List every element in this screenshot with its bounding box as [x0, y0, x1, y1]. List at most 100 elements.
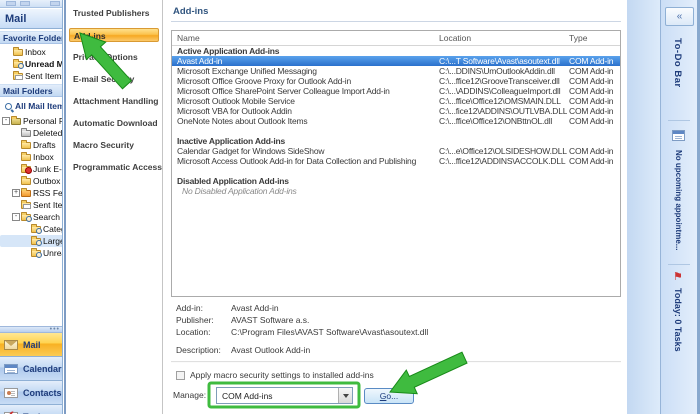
- addin-type: COM Add-in: [569, 116, 614, 126]
- all-mail-items[interactable]: All Mail Items: [0, 99, 62, 113]
- addin-type: COM Add-in: [569, 86, 614, 96]
- tree-item[interactable]: Drafts: [0, 139, 62, 151]
- tree-item[interactable]: Unread Mail: [0, 247, 62, 259]
- pane-splitter[interactable]: •••: [0, 326, 62, 333]
- toolbar-icon: [20, 1, 30, 6]
- detail-row: Location: C:\Program Files\AVAST Software…: [164, 326, 627, 338]
- outlook-navigation-pane: Mail Favorite Folders Inbox Unread Mail Se…: [0, 0, 63, 414]
- favorite-folders-header[interactable]: Favorite Folders: [0, 31, 62, 44]
- tree-item[interactable]: - Personal Folders: [0, 115, 62, 127]
- module-button-contacts[interactable]: Contacts: [0, 381, 62, 405]
- table-row[interactable]: Microsoft Exchange Unified Messaging C:\.…: [172, 66, 620, 76]
- folder-label: Search Folders: [33, 212, 62, 222]
- column-location[interactable]: Location: [439, 33, 471, 43]
- outlook-module-buttons: Mail Calendar Contacts Tasks: [0, 333, 62, 414]
- macro-security-checkbox[interactable]: [176, 370, 185, 380]
- tree-item[interactable]: Junk E-mail: [0, 163, 62, 175]
- collapse-icon[interactable]: -: [2, 117, 10, 125]
- tree-item[interactable]: - Search Folders: [0, 211, 62, 223]
- tree-item[interactable]: Inbox: [0, 151, 62, 163]
- addin-location: C:\...T Software\Avast\asoutext.dll: [439, 56, 560, 66]
- personal-folder-icon: [11, 115, 21, 125]
- favorite-folder-item[interactable]: Unread Mail: [0, 58, 62, 70]
- trust-center-nav-item-attachment-handling[interactable]: Attachment Handling: [69, 94, 159, 108]
- tree-item[interactable]: Categorized Mail: [0, 223, 62, 235]
- module-button-label: Calendar: [23, 363, 62, 374]
- calendar-icon: [672, 130, 685, 141]
- trust-center-nav-item-automatic-download[interactable]: Automatic Download: [69, 116, 159, 130]
- addins-list[interactable]: Name Location Type Active Application Ad…: [171, 30, 621, 297]
- table-row[interactable]: Calendar Gadget for Windows SideShow C:\.…: [172, 146, 620, 156]
- addin-name: Microsoft Office SharePoint Server Colle…: [177, 86, 390, 96]
- table-row[interactable]: Microsoft Access Outlook Add-in for Data…: [172, 156, 620, 166]
- collapse-icon[interactable]: -: [12, 213, 20, 221]
- trust-center-nav-item-privacy-options[interactable]: Privacy Options: [69, 50, 159, 64]
- macro-security-checkbox-row: Apply macro security settings to install…: [176, 370, 374, 380]
- folder-label: Inbox: [25, 47, 46, 57]
- cal-icon: [4, 363, 18, 374]
- todo-bar-title[interactable]: To-Do Bar: [672, 38, 683, 88]
- mail-folders-header[interactable]: Mail Folders: [0, 84, 62, 97]
- tree-item[interactable]: + RSS Feeds: [0, 187, 62, 199]
- deleted-folder-icon: [21, 127, 31, 137]
- table-row[interactable]: OneNote Notes about Outlook Items C:\...f…: [172, 116, 620, 126]
- table-row[interactable]: Microsoft VBA for Outlook Addin C:\...fic…: [172, 106, 620, 116]
- toolbar-icon: [6, 1, 16, 6]
- table-row[interactable]: Microsoft Office SharePoint Server Colle…: [172, 86, 620, 96]
- section-header-label: Inactive Application Add-ins: [177, 136, 286, 146]
- folder-label: Outbox: [33, 176, 61, 186]
- folder-label: Large Mail: [43, 236, 63, 246]
- folder-folder-icon: [21, 139, 31, 149]
- expand-icon[interactable]: +: [12, 189, 20, 197]
- table-row[interactable]: Microsoft Outlook Mobile Service C:\...ff…: [172, 96, 620, 106]
- chevron-down-icon[interactable]: [338, 388, 352, 403]
- expand-todo-bar-button[interactable]: «: [665, 7, 694, 26]
- addins-list-header: Name Location Type: [172, 31, 620, 46]
- section-header-row: Inactive Application Add-ins: [172, 136, 620, 146]
- module-button-mail[interactable]: Mail: [0, 333, 62, 357]
- module-button-tasks[interactable]: Tasks: [0, 405, 62, 414]
- rss-folder-icon: [21, 187, 31, 197]
- search-folder-icon: [31, 247, 42, 258]
- tree-item[interactable]: Outbox: [0, 175, 62, 187]
- addin-type: COM Add-in: [569, 56, 614, 66]
- favorite-folder-item[interactable]: Sent Items: [0, 70, 63, 82]
- tree-item[interactable]: Deleted Items: [0, 127, 62, 139]
- trust-center-nav-item-trusted-publishers[interactable]: Trusted Publishers: [69, 6, 159, 20]
- addin-type: COM Add-in: [569, 156, 614, 166]
- detail-label: Publisher:: [176, 315, 214, 325]
- splitter-dots-icon: •••: [49, 326, 60, 333]
- folder-label: Sent Items: [25, 71, 63, 81]
- addin-details: Add-in: Avast Add-in Publisher: AVAST Softw…: [164, 302, 627, 356]
- trust-center-nav-item-add-ins[interactable]: Add-ins: [69, 28, 159, 42]
- favorite-folder-item[interactable]: Inbox: [0, 46, 62, 58]
- trust-center-nav-item-e-mail-security[interactable]: E-mail Security: [69, 72, 159, 86]
- folder-folder-icon: [13, 46, 23, 56]
- todo-bar[interactable]: « To-Do Bar No upcoming appointme... ⚑ T…: [660, 0, 697, 414]
- row-spacer: [172, 126, 620, 136]
- junk-folder-icon: [21, 163, 32, 174]
- tree-item[interactable]: Large Mail: [0, 235, 63, 247]
- column-type[interactable]: Type: [569, 33, 587, 43]
- addin-location: C:\...ffice\Office12\ONBttnOL.dll: [439, 116, 553, 126]
- trust-center-nav-item-programmatic-access[interactable]: Programmatic Access: [69, 160, 162, 174]
- tree-item[interactable]: Sent Items: [0, 199, 62, 211]
- divider: [668, 120, 690, 121]
- detail-label: Add-in:: [176, 303, 203, 313]
- go-button-label: Go...: [379, 391, 399, 401]
- manage-dropdown[interactable]: COM Add-ins: [216, 387, 353, 404]
- table-row[interactable]: Microsoft Office Groove Proxy for Outloo…: [172, 76, 620, 86]
- detail-value: Avast Outlook Add-in: [231, 345, 311, 355]
- column-name[interactable]: Name: [177, 33, 200, 43]
- trust-center-nav-item-macro-security[interactable]: Macro Security: [69, 138, 159, 152]
- table-row[interactable]: Avast Add-in C:\...T Software\Avast\asout…: [172, 56, 620, 66]
- module-button-calendar[interactable]: Calendar: [0, 357, 62, 381]
- divider: [668, 264, 690, 265]
- addin-type: COM Add-in: [569, 96, 614, 106]
- folder-label: Unread Mail: [25, 59, 62, 69]
- folder-label: Inbox: [33, 152, 54, 162]
- addin-name: Avast Add-in: [177, 56, 223, 66]
- go-button[interactable]: Go...: [364, 388, 414, 404]
